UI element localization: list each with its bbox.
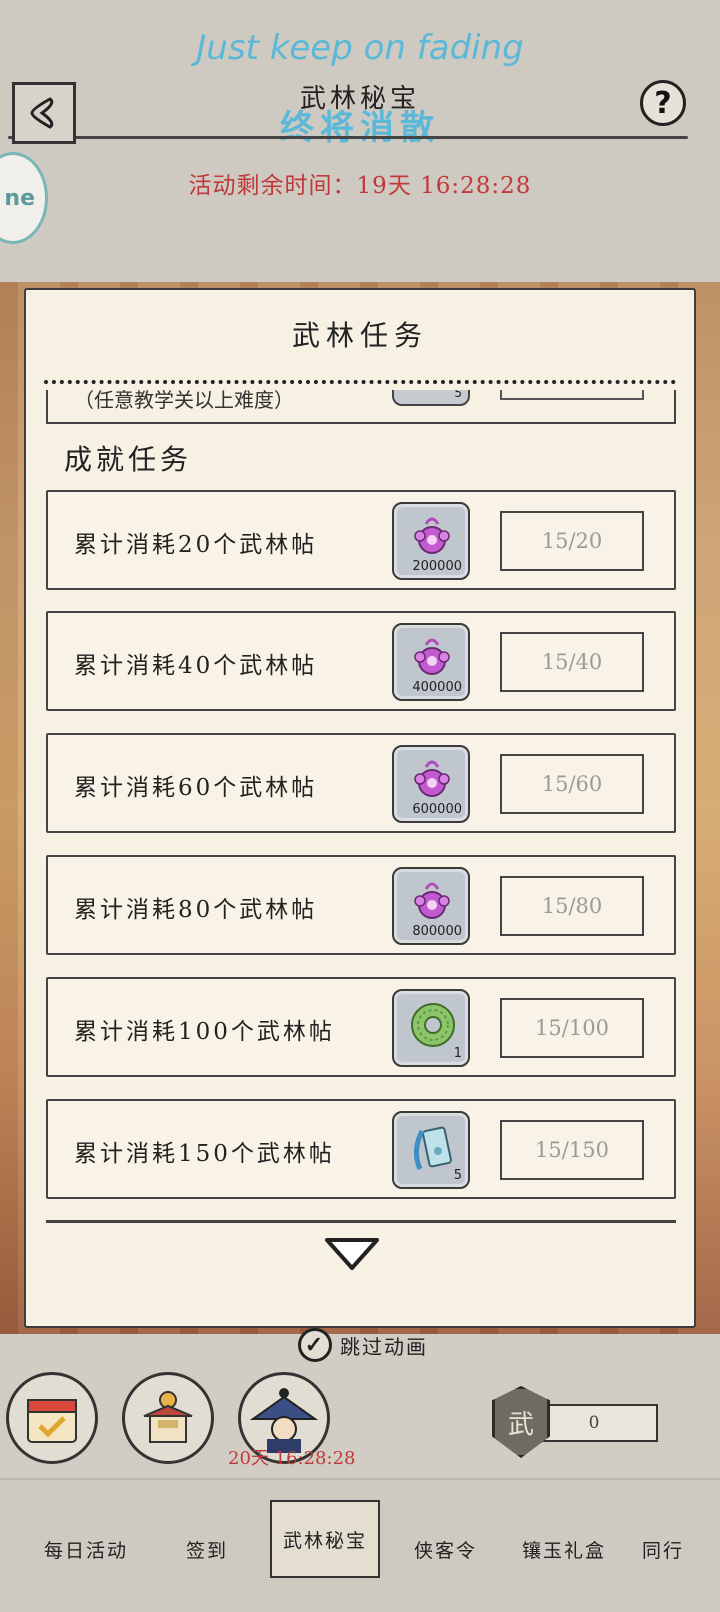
list-item-partial: （任意教学关以上难度） 5 [46, 390, 676, 424]
watermark-text-cn: 终将消散 [280, 108, 440, 148]
progress-box: 15/150 [500, 1120, 644, 1180]
skip-animation-toggle[interactable]: ✓ 跳过动画 [298, 1328, 428, 1362]
reward-slot[interactable]: 200000 [392, 502, 470, 580]
task-label: 累计消耗20个武林帖 [74, 532, 318, 558]
tab-companion[interactable]: 同行 [642, 1536, 684, 1563]
purple-gem-icon [414, 517, 450, 554]
purple-gem-icon [414, 638, 450, 675]
back-arrow-icon [30, 97, 54, 129]
shop-button[interactable] [122, 1372, 214, 1464]
task-label: 累计消耗150个武林帖 [74, 1141, 335, 1167]
task-label: 累计消耗40个武林帖 [74, 653, 318, 679]
reward-qty: 400000 [412, 680, 462, 695]
scroll-down-arrow-icon[interactable] [322, 1234, 382, 1274]
calendar-icon [27, 1399, 77, 1443]
bottom-tab-bar: 每日活动 签到 武林秘宝 侠客令 镶玉礼盒 同行 [0, 1478, 720, 1612]
scroll-ticket-icon [414, 1126, 452, 1171]
progress-box: 15/80 [500, 876, 644, 936]
reward-slot[interactable]: 400000 [392, 623, 470, 701]
dotted-divider [44, 380, 676, 384]
reward-qty: 5 [454, 390, 462, 400]
progress-box: 15/20 [500, 511, 644, 571]
reward-qty: 1 [453, 1046, 462, 1061]
task-row: 累计消耗150个武林帖 5 15/150 [46, 1099, 676, 1199]
reward-slot[interactable]: 5 [392, 1111, 470, 1189]
event-timer: 活动剩余时间：19天 16:28:28 [188, 173, 532, 199]
section-label: 成就任务 [64, 443, 193, 476]
progress-box-partial [500, 390, 644, 400]
tab-daily-activity[interactable]: 每日活动 [44, 1536, 128, 1563]
watermark-text-en: Just keep on fading [196, 28, 524, 68]
progress-box: 15/100 [500, 998, 644, 1058]
back-button[interactable] [12, 82, 76, 144]
header-divider [8, 136, 688, 139]
task-row: 累计消耗100个武林帖 1 15/100 [46, 977, 676, 1077]
task-row: 累计消耗40个武林帖 400000 15/40 [46, 611, 676, 711]
progress-box: 15/60 [500, 754, 644, 814]
calendar-button[interactable] [6, 1372, 98, 1464]
tab-xiake-ling[interactable]: 侠客令 [414, 1536, 477, 1563]
task-label: 累计消耗60个武林帖 [74, 775, 318, 801]
purple-gem-icon [414, 882, 450, 919]
reward-qty: 800000 [412, 924, 462, 939]
help-button[interactable]: ? [640, 80, 686, 126]
reward-slot[interactable]: 1 [392, 989, 470, 1067]
purple-gem-icon [414, 760, 450, 797]
skip-animation-label: 跳过动画 [340, 1334, 428, 1359]
reward-qty: 600000 [412, 802, 462, 817]
progress-box: 15/40 [500, 632, 644, 692]
tab-wulin-treasure[interactable]: 武林秘宝 [270, 1500, 380, 1578]
task-list[interactable]: （任意教学关以上难度） 5 成就任务 累计消耗20个武林帖 200000 15/… [26, 390, 694, 1320]
jade-disc-icon [411, 1003, 455, 1047]
panel-title: 武林任务 [291, 319, 428, 352]
check-icon: ✓ [298, 1328, 332, 1362]
task-label: 累计消耗80个武林帖 [74, 897, 318, 923]
task-row: 累计消耗80个武林帖 800000 15/80 [46, 855, 676, 955]
reward-icon-partial[interactable]: 5 [392, 390, 470, 406]
reward-qty: 5 [453, 1168, 462, 1183]
tab-sign-in[interactable]: 签到 [186, 1536, 228, 1563]
task-row: 累计消耗60个武林帖 600000 15/60 [46, 733, 676, 833]
shop-icon [143, 1391, 193, 1443]
task-panel: 武林任务 （任意教学关以上难度） 5 成就任务 累计消耗20个武林帖 20000… [24, 288, 696, 1328]
swordsman-avatar-icon [249, 1388, 319, 1453]
partial-row-label: （任意教学关以上难度） [74, 390, 294, 412]
header: Just keep on fading 武林秘宝 终将消散 ? ne 活动剩余时… [0, 0, 720, 282]
reward-slot[interactable]: 600000 [392, 745, 470, 823]
countdown-text: 20天 16:28:28 [228, 1448, 356, 1469]
task-label: 累计消耗100个武林帖 [74, 1019, 335, 1045]
reward-slot[interactable]: 800000 [392, 867, 470, 945]
task-row: 累计消耗20个武林帖 200000 15/20 [46, 490, 676, 590]
reward-qty: 200000 [412, 559, 462, 574]
tab-jade-gift-box[interactable]: 镶玉礼盒 [522, 1536, 606, 1563]
